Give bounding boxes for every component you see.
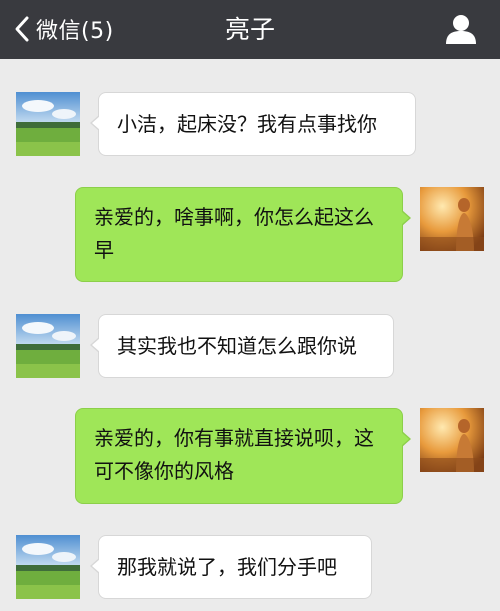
profile-button[interactable] — [444, 13, 478, 45]
received-message-bubble[interactable]: 其实我也不知道怎么跟你说 — [90, 314, 394, 378]
message-text: 其实我也不知道怎么跟你说 — [117, 334, 357, 358]
contact-avatar[interactable] — [16, 314, 80, 378]
sent-message-bubble[interactable]: 亲爱的，啥事啊，你怎么起这么早 — [75, 187, 411, 282]
back-button[interactable]: 微信(5) — [14, 9, 114, 49]
title-bar: 微信(5) 亮子 — [0, 0, 500, 59]
person-icon — [446, 15, 476, 44]
landscape-avatar-image — [16, 314, 80, 378]
chevron-left-icon — [15, 16, 29, 42]
landscape-avatar-image — [16, 535, 80, 599]
contact-avatar[interactable] — [16, 92, 80, 156]
message-text: 亲爱的，啥事啊，你怎么起这么早 — [94, 205, 374, 262]
received-message-bubble[interactable]: 那我就说了，我们分手吧 — [90, 535, 372, 599]
contact-avatar[interactable] — [16, 535, 80, 599]
landscape-avatar-image — [16, 92, 80, 156]
back-label: 微信(5) — [36, 19, 114, 44]
message-text: 那我就说了，我们分手吧 — [117, 555, 337, 579]
message-text: 亲爱的，你有事就直接说呗，这可不像你的风格 — [94, 426, 374, 483]
my-avatar[interactable] — [420, 408, 484, 472]
message-text: 小洁，起床没？我有点事找你 — [117, 112, 377, 136]
portrait-avatar-image — [420, 408, 484, 472]
my-avatar[interactable] — [420, 187, 484, 251]
received-message-bubble[interactable]: 小洁，起床没？我有点事找你 — [90, 92, 416, 156]
sent-message-bubble[interactable]: 亲爱的，你有事就直接说呗，这可不像你的风格 — [75, 408, 411, 504]
portrait-avatar-image — [420, 187, 484, 251]
